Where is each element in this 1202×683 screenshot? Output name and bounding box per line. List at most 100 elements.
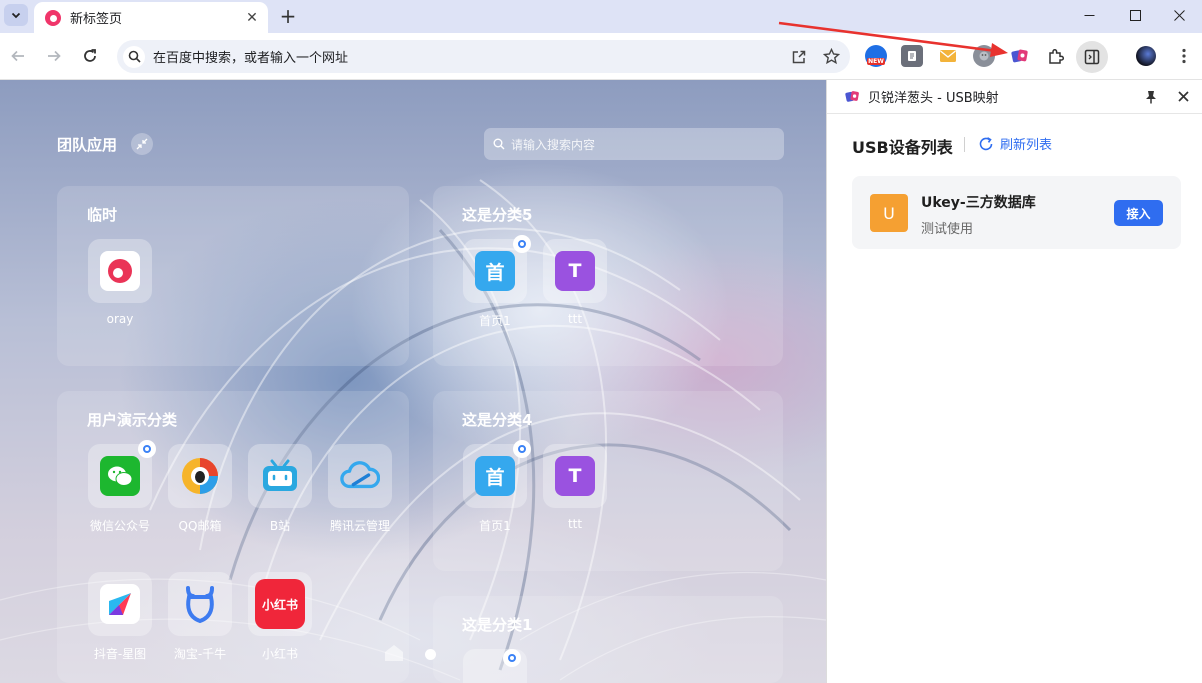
tab-title: 新标签页 xyxy=(70,12,123,27)
side-panel-icon xyxy=(1084,49,1100,65)
more-vertical-icon xyxy=(1182,48,1186,64)
app-label: oray xyxy=(106,312,134,326)
app-group-category-5: 这是分类5 首 首页1 T ttt xyxy=(433,186,783,366)
address-bar[interactable]: 在百度中搜索，或者输入一个网址 xyxy=(117,40,850,73)
side-panel-header: 贝锐洋葱头 - USB映射 xyxy=(827,80,1202,114)
remote-badge-icon xyxy=(503,649,521,667)
new-tab-page: 团队应用 请输入搜索内容 临时 oray 这是分类5 首 首页1 T ttt 用… xyxy=(0,80,826,683)
refresh-list-button[interactable]: 刷新列表 xyxy=(978,134,1052,153)
usb-mapping-extension[interactable] xyxy=(1009,45,1031,67)
extensions-menu-button[interactable] xyxy=(1045,45,1067,67)
tab-search-button[interactable] xyxy=(4,4,28,26)
address-bar-placeholder: 在百度中搜索，或者输入一个网址 xyxy=(153,51,349,66)
connect-device-button[interactable]: 接入 xyxy=(1114,200,1163,226)
remote-badge-icon xyxy=(513,440,531,458)
app-group-temporary: 临时 oray xyxy=(57,186,409,366)
app-bilibili[interactable]: B站 xyxy=(248,444,312,534)
app-label: 抖音-星图 xyxy=(93,647,147,661)
ntp-search-input[interactable]: 请输入搜索内容 xyxy=(484,128,784,160)
group-title: 用户演示分类 xyxy=(87,411,178,429)
app-label: 首页1 xyxy=(479,314,511,328)
tab-close-icon[interactable]: ✕ xyxy=(243,9,261,27)
minimize-button[interactable] xyxy=(1066,0,1112,30)
home-page-icon[interactable] xyxy=(384,644,404,662)
browser-toolbar: 在百度中搜索，或者输入一个网址 NEW xyxy=(0,33,1202,80)
app-home-1[interactable]: 首 首页1 xyxy=(463,440,531,534)
group-title: 这是分类1 xyxy=(462,616,533,634)
qq-mail-icon xyxy=(180,456,220,496)
close-panel-button[interactable] xyxy=(1171,85,1195,109)
minimize-icon xyxy=(1084,14,1094,16)
tab-strip: 新标签页 ✕ + xyxy=(0,0,1202,33)
reload-button[interactable] xyxy=(78,44,102,68)
forward-button[interactable] xyxy=(42,44,66,68)
refresh-icon xyxy=(979,136,993,150)
tab-new-tab[interactable]: 新标签页 ✕ xyxy=(34,2,268,33)
group-title: 临时 xyxy=(87,206,118,224)
app-tile-partial[interactable] xyxy=(463,649,527,683)
app-ttt[interactable]: T ttt xyxy=(543,444,607,531)
group-title: 这是分类5 xyxy=(462,206,533,224)
new-tab-button[interactable]: + xyxy=(276,4,300,28)
usb-device-card: U Ukey-三方数据库 测试使用 接入 xyxy=(852,176,1181,249)
app-tencent-cloud[interactable]: 腾讯云管理 xyxy=(328,444,392,534)
app-ttt[interactable]: T ttt xyxy=(543,239,607,326)
browser-menu-button[interactable] xyxy=(1172,44,1196,68)
gray-extension[interactable] xyxy=(973,45,995,67)
app-label: B站 xyxy=(269,519,291,533)
app-label: ttt xyxy=(567,517,583,531)
app-tile: T xyxy=(543,444,607,508)
app-xiaohongshu[interactable]: 小红书 小红书 xyxy=(248,572,312,662)
profile-avatar[interactable] xyxy=(1136,46,1156,66)
oray-favicon-icon xyxy=(45,9,61,26)
letter-t-icon: T xyxy=(555,251,595,291)
app-tile: T xyxy=(543,239,607,303)
app-tile: 首 xyxy=(463,235,531,303)
device-name: Ukey-三方数据库 xyxy=(921,195,1036,211)
douyin-xingtu-icon xyxy=(100,584,140,624)
app-tile: 首 xyxy=(463,440,531,508)
usb-mapping-logo-icon xyxy=(845,91,859,102)
mail-extension[interactable] xyxy=(937,45,959,67)
taobao-qianniu-icon xyxy=(180,584,220,624)
chevron-down-icon xyxy=(11,12,21,19)
arrow-right-icon xyxy=(48,50,61,62)
remote-badge-icon xyxy=(513,235,531,253)
share-page-button[interactable] xyxy=(786,44,812,70)
page-indicator-dot[interactable] xyxy=(425,649,436,660)
app-douyin-xingtu[interactable]: 抖音-星图 xyxy=(88,572,152,662)
maximize-button[interactable] xyxy=(1112,0,1158,30)
document-icon xyxy=(908,51,916,61)
side-panel-toggle-button[interactable] xyxy=(1076,41,1108,73)
refresh-list-label: 刷新列表 xyxy=(1000,138,1053,153)
collapse-icon[interactable] xyxy=(131,133,153,155)
app-tile xyxy=(88,572,152,636)
new-badge-extension[interactable]: NEW xyxy=(865,45,887,67)
app-tile xyxy=(248,444,312,508)
reload-icon xyxy=(84,49,96,62)
app-group-category-4: 这是分类4 首 首页1 T ttt xyxy=(433,391,783,571)
doc-extension[interactable] xyxy=(901,45,923,67)
pin-panel-button[interactable] xyxy=(1139,85,1163,109)
group-title: 这是分类4 xyxy=(462,411,533,429)
back-button[interactable] xyxy=(6,44,30,68)
app-taobao-qianniu[interactable]: 淘宝-千牛 xyxy=(168,572,232,662)
app-label: ttt xyxy=(567,312,583,326)
xiaohongshu-icon: 小红书 xyxy=(255,579,305,629)
maximize-icon xyxy=(1129,9,1141,21)
app-label: 首页1 xyxy=(479,519,511,533)
app-label: 淘宝-千牛 xyxy=(173,647,227,661)
app-wechat-official[interactable]: 微信公众号 xyxy=(88,440,156,534)
app-qq-mail[interactable]: QQ邮箱 xyxy=(168,444,232,534)
close-window-button[interactable] xyxy=(1156,0,1202,30)
app-tile xyxy=(168,572,232,636)
app-home-1[interactable]: 首 首页1 xyxy=(463,235,531,329)
bookmark-button[interactable] xyxy=(818,44,844,70)
usb-device-list-heading: USB设备列表 xyxy=(852,138,953,157)
app-group-category-1: 这是分类1 xyxy=(433,596,783,683)
tencent-cloud-icon xyxy=(340,456,380,496)
close-icon xyxy=(1177,91,1189,102)
app-oray[interactable]: oray xyxy=(88,239,152,326)
oray-icon xyxy=(100,251,140,291)
search-icon xyxy=(493,138,505,150)
